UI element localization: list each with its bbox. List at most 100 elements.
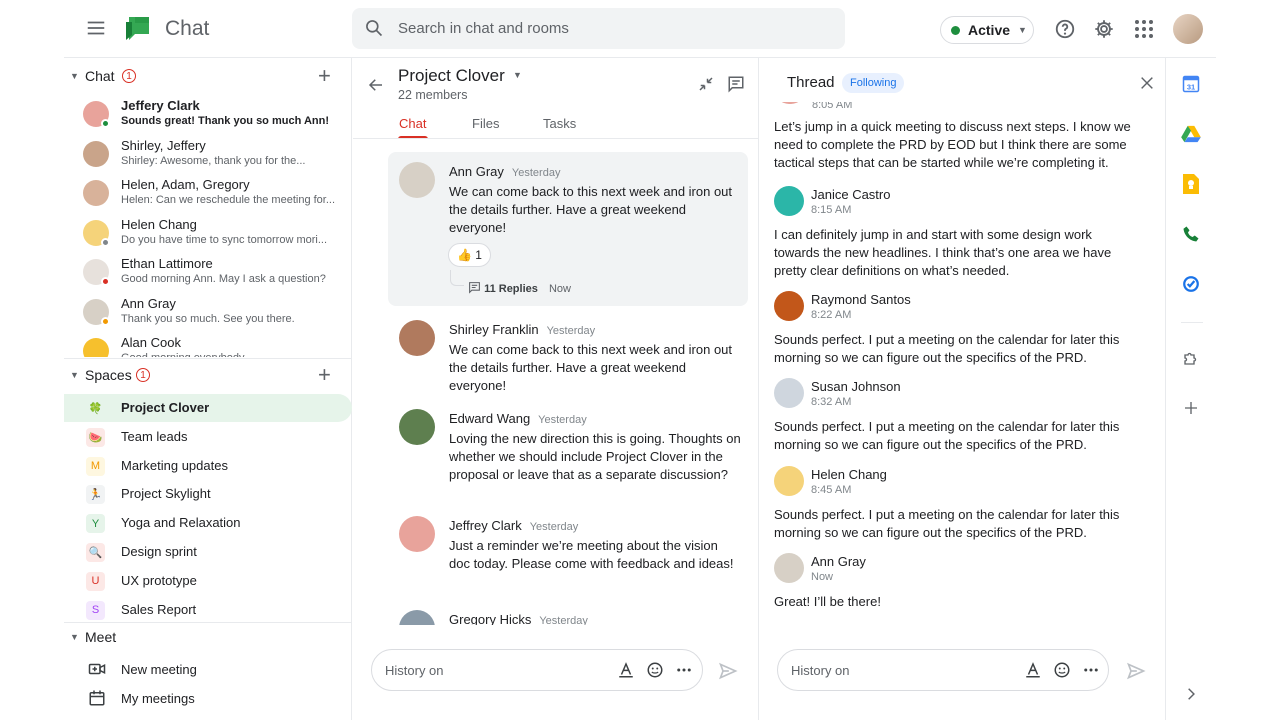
meet-section-header[interactable]: ▼ Meet [64, 620, 352, 654]
avatar[interactable] [399, 610, 435, 625]
emoji-icon[interactable] [1053, 661, 1071, 679]
menu-icon[interactable] [84, 16, 108, 40]
space-item[interactable]: U UX prototype [64, 567, 352, 595]
dm-item[interactable]: Ann Gray Thank you so much. See you there… [64, 294, 352, 334]
more-horizontal-icon[interactable] [675, 661, 693, 679]
space-label: Project Clover [121, 400, 210, 415]
drive-icon[interactable] [1181, 124, 1201, 144]
avatar[interactable] [774, 466, 804, 496]
dm-name: Helen Chang [121, 216, 197, 232]
keep-icon[interactable] [1181, 174, 1201, 194]
thread-message[interactable]: Helen Chang 8:45 AM Sounds perfect. I pu… [774, 466, 1154, 550]
dm-name: Shirley, Jeffery [121, 137, 206, 153]
send-icon[interactable] [1126, 661, 1146, 681]
space-item[interactable]: 🍀 Project Clover [64, 394, 352, 422]
voice-icon[interactable] [1181, 224, 1201, 244]
dm-item[interactable]: Alan Cook Good morning everybody [64, 333, 352, 357]
dm-item[interactable]: Helen, Adam, Gregory Helen: Can we resche… [64, 175, 352, 215]
message[interactable]: Shirley Franklin Yesterday We can come ba… [388, 310, 748, 398]
space-item[interactable]: 🍉 Team leads [64, 423, 352, 451]
avatar[interactable] [774, 553, 804, 583]
avatar[interactable] [399, 516, 435, 552]
dm-preview: Do you have time to sync tomorrow mori..… [121, 233, 328, 246]
collapse-icon[interactable] [696, 74, 716, 94]
thread-message[interactable]: Raymond Santos 8:22 AM Sounds perfect. I… [774, 291, 1154, 375]
dm-item[interactable]: Shirley, Jeffery Shirley: Awesome, thank … [64, 136, 352, 176]
spaces-section-header[interactable]: ▼ Spaces 1 + [64, 358, 352, 392]
thread-reply-input[interactable] [791, 650, 991, 690]
thread-composer[interactable] [777, 649, 1109, 691]
space-item[interactable]: Y Yoga and Relaxation [64, 509, 352, 537]
avatar[interactable] [399, 409, 435, 445]
tab-files[interactable]: Files [472, 116, 499, 131]
status-dropdown[interactable]: Active ▼ [940, 16, 1034, 44]
spaces-section-title: Spaces [85, 367, 132, 383]
thread-message[interactable]: Janice Castro 8:15 AM I can definitely j… [774, 186, 1154, 286]
dm-item[interactable]: Ethan Lattimore Good morning Ann. May I a… [64, 254, 352, 294]
meet-item-new-meeting[interactable]: New meeting [64, 655, 352, 683]
chevron-down-icon[interactable]: ▼ [70, 370, 79, 380]
message[interactable]: Edward Wang Yesterday Loving the new dire… [388, 399, 748, 505]
message[interactable]: Jeffrey Clark Yesterday Just a reminder w… [388, 506, 748, 594]
space-item[interactable]: 🔍 Design sprint [64, 538, 352, 566]
add-icon[interactable] [1181, 398, 1201, 418]
thread-view-icon[interactable] [726, 74, 746, 94]
thread-message[interactable]: Susan Johnson 8:32 AM Sounds perfect. I … [774, 378, 1154, 462]
search-bar[interactable] [352, 8, 845, 49]
format-text-icon[interactable] [617, 661, 635, 679]
message-composer[interactable] [371, 649, 703, 691]
avatar[interactable] [399, 320, 435, 356]
avatar[interactable] [774, 186, 804, 216]
message-time: Yesterday [546, 325, 596, 337]
tab-chat[interactable]: Chat [399, 116, 426, 131]
search-input[interactable] [398, 8, 818, 49]
emoji-icon[interactable] [646, 661, 664, 679]
sender-name: Ann Gray [811, 554, 866, 569]
message-input[interactable] [385, 650, 585, 690]
message-time: 8:15 AM [811, 204, 852, 216]
chat-section-header[interactable]: ▼ Chat 1 + [64, 59, 352, 93]
reaction-chip[interactable]: 👍 1 [448, 243, 491, 267]
dm-item[interactable]: Jeffery Clark Sounds great! Thank you so … [64, 96, 352, 136]
message[interactable]: Ann Gray Yesterday We can come back to th… [388, 152, 748, 306]
avatar[interactable] [399, 162, 435, 198]
account-avatar[interactable] [1173, 14, 1203, 44]
avatar[interactable] [774, 291, 804, 321]
space-title[interactable]: Project Clover [398, 66, 505, 86]
gear-icon[interactable] [1093, 18, 1115, 40]
new-space-plus-icon[interactable]: + [318, 362, 331, 388]
calendar-app-icon[interactable]: 31 [1181, 74, 1201, 94]
send-icon[interactable] [718, 661, 738, 681]
reply-time: Now [548, 283, 571, 295]
message[interactable]: Gregory Hicks Yesterday [388, 600, 748, 625]
thread-message[interactable]: Ann Gray Now Great! I’ll be there! [774, 553, 1154, 619]
space-icon: S [86, 600, 105, 620]
new-chat-plus-icon[interactable]: + [318, 63, 331, 89]
sender-name: Helen Chang [811, 467, 887, 482]
member-count[interactable]: 22 members [398, 88, 467, 102]
more-horizontal-icon[interactable] [1082, 661, 1100, 679]
space-item[interactable]: 🏃 Project Skylight [64, 480, 352, 508]
apps-grid-icon[interactable] [1133, 18, 1155, 40]
tab-tasks[interactable]: Tasks [543, 116, 576, 131]
message-text: Great! I’ll be there! [774, 594, 881, 609]
back-arrow-icon[interactable] [366, 75, 386, 95]
following-badge[interactable]: Following [842, 73, 905, 93]
dm-item[interactable]: Helen Chang Do you have time to sync tomo… [64, 215, 352, 255]
meet-item-my-meetings[interactable]: My meetings [64, 684, 352, 712]
expand-icon[interactable] [1181, 684, 1201, 704]
addons-icon[interactable] [1181, 348, 1201, 368]
space-label: Sales Report [121, 601, 197, 617]
tasks-icon[interactable] [1181, 274, 1201, 294]
avatar[interactable] [774, 378, 804, 408]
replies-link[interactable]: 11 Replies Now [468, 281, 571, 295]
chevron-down-icon[interactable]: ▼ [70, 632, 79, 642]
chevron-down-icon[interactable]: ▼ [70, 71, 79, 81]
close-icon[interactable] [1137, 73, 1157, 93]
reply-count: 11 Replies [484, 283, 538, 295]
message-header: Gregory Hicks Yesterday [449, 612, 588, 625]
help-icon[interactable] [1054, 18, 1076, 40]
space-item[interactable]: M Marketing updates [64, 452, 352, 480]
chevron-down-icon[interactable]: ▼ [513, 70, 522, 80]
format-text-icon[interactable] [1024, 661, 1042, 679]
